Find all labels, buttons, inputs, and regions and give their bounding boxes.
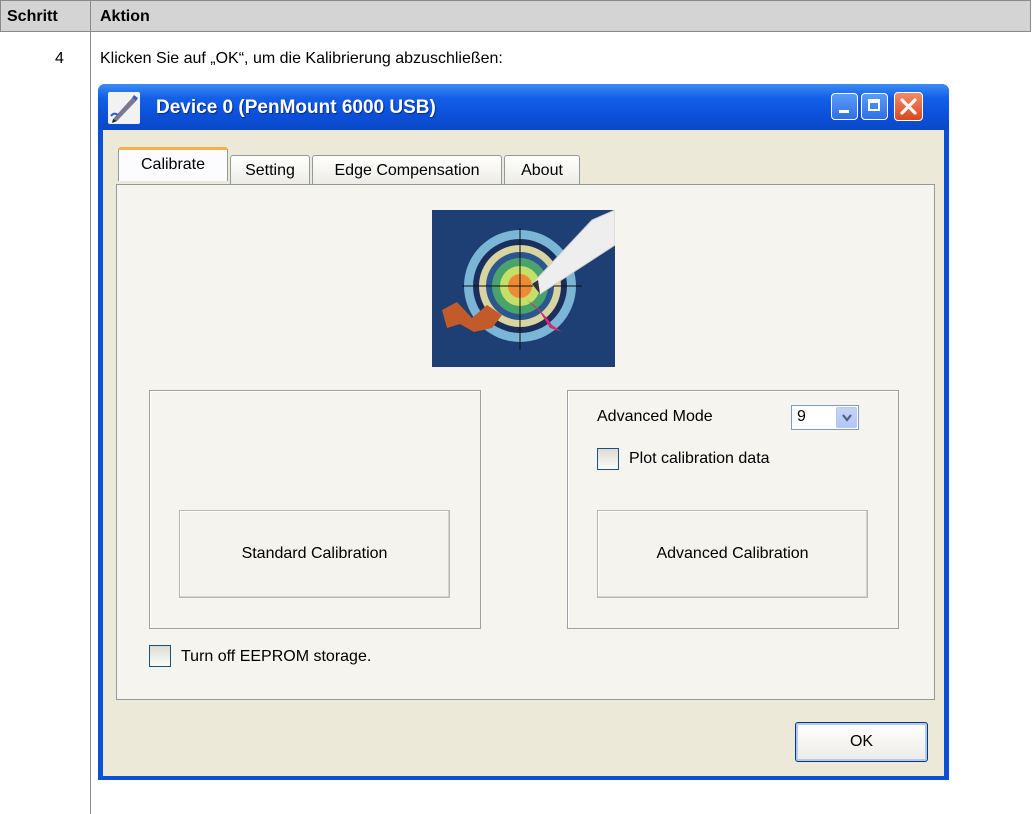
close-button[interactable] <box>894 92 923 121</box>
minimize-button[interactable] <box>831 93 858 120</box>
header-action: Aktion <box>100 8 150 25</box>
header-step: Schritt <box>7 8 58 25</box>
advanced-mode-label: Advanced Mode <box>597 408 713 425</box>
tab-setting[interactable]: Setting <box>230 155 310 185</box>
column-divider <box>90 0 91 814</box>
plot-calibration-checkbox[interactable] <box>597 448 619 470</box>
advanced-mode-value: 9 <box>797 408 806 425</box>
advanced-mode-select[interactable]: 9 <box>791 405 859 430</box>
title-bar[interactable]: Device 0 (PenMount 6000 USB) <box>98 84 949 130</box>
instruction-text: Klicken Sie auf „OK“, um die Kalibrierun… <box>100 50 503 67</box>
chevron-down-icon[interactable] <box>836 407 857 428</box>
table-header: Schritt Aktion <box>0 0 1031 32</box>
eeprom-label: Turn off EEPROM storage. <box>181 648 372 665</box>
maximize-button[interactable] <box>861 93 888 120</box>
tab-edge-compensation[interactable]: Edge Compensation <box>312 155 502 185</box>
maximize-icon <box>868 99 880 111</box>
calibration-target-image <box>432 210 615 367</box>
pen-icon <box>108 92 140 124</box>
window-title: Device 0 (PenMount 6000 USB) <box>156 97 436 118</box>
tab-about[interactable]: About <box>504 155 580 185</box>
close-icon <box>900 98 917 115</box>
step-number: 4 <box>55 50 64 67</box>
minimize-icon <box>839 110 849 113</box>
ok-button[interactable]: OK <box>795 722 928 762</box>
standard-calibration-button[interactable]: Standard Calibration <box>179 510 450 598</box>
eeprom-checkbox[interactable] <box>149 645 171 667</box>
advanced-calibration-button[interactable]: Advanced Calibration <box>597 510 868 598</box>
plot-calibration-label: Plot calibration data <box>629 450 770 467</box>
tab-calibrate[interactable]: Calibrate <box>118 147 228 181</box>
